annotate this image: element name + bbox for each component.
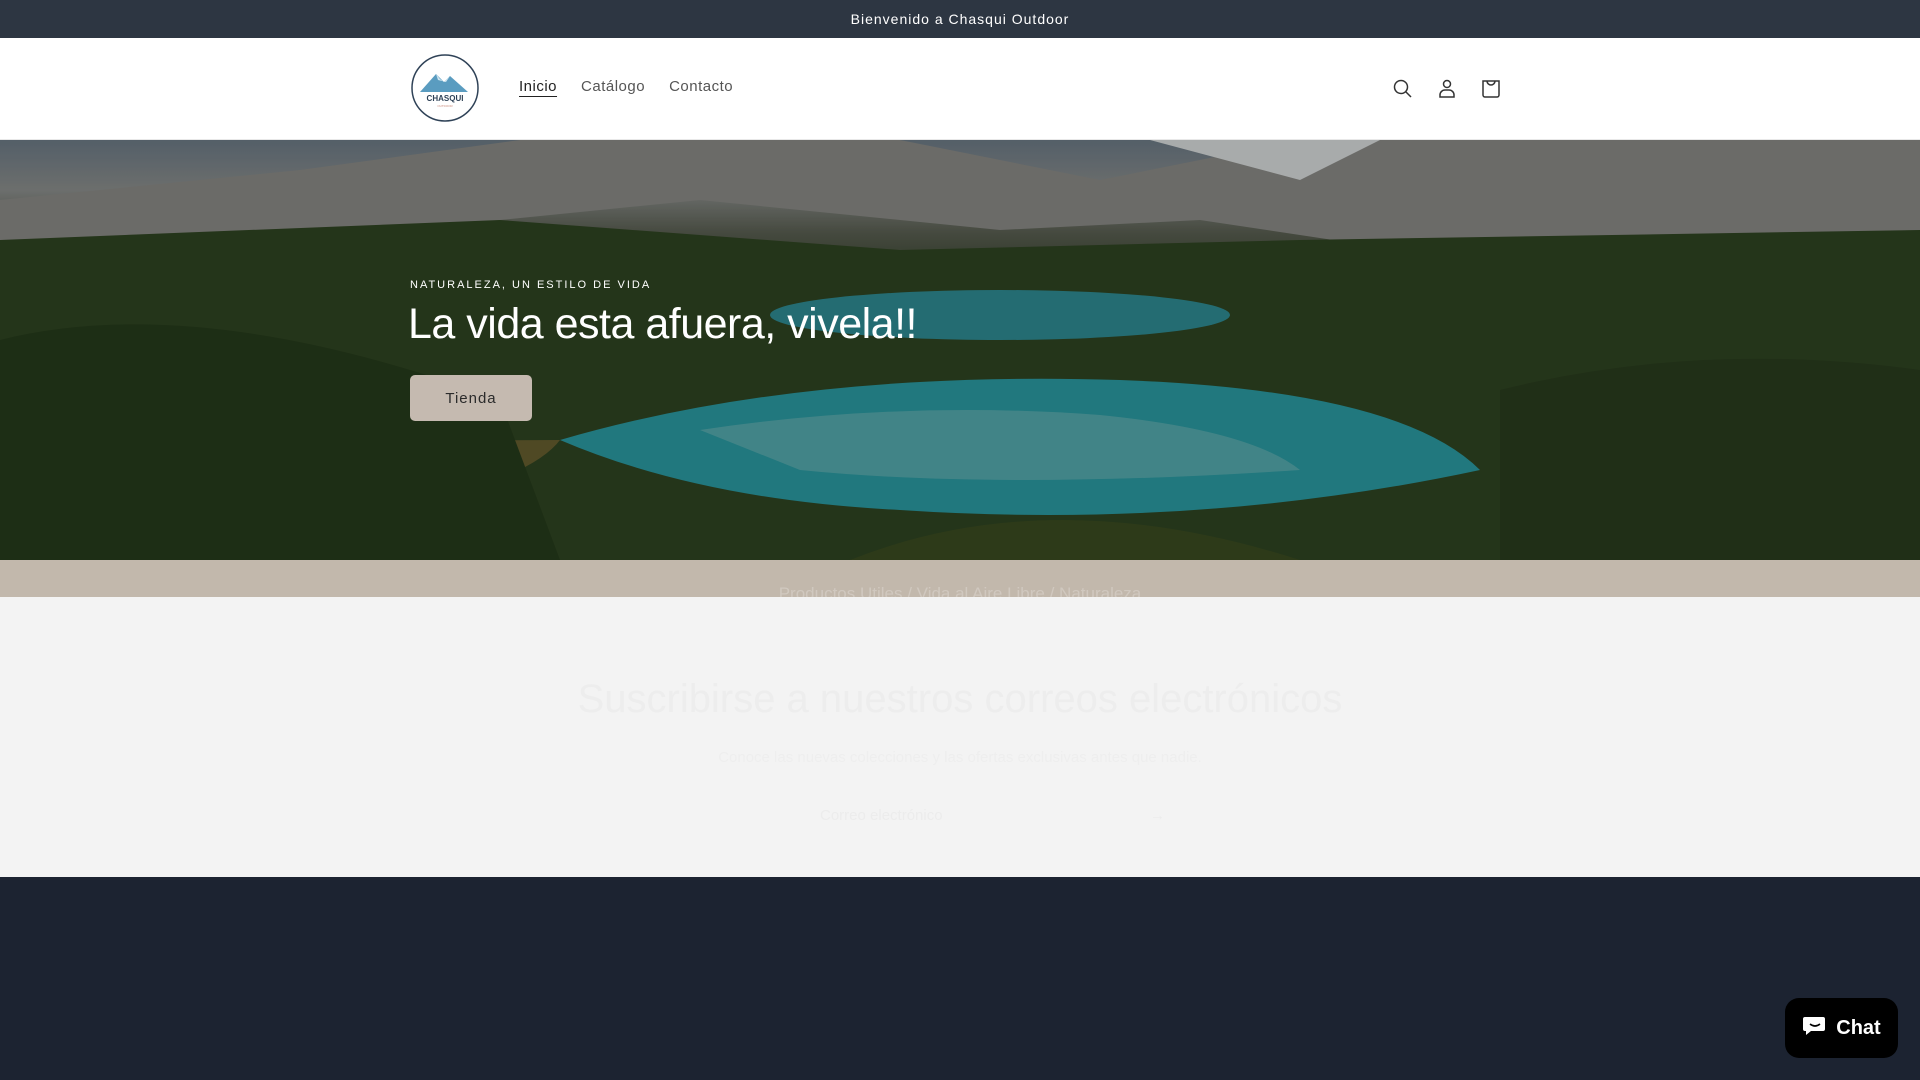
- newsletter-subtitle: Conoce las nuevas colecciones y las ofer…: [718, 749, 1202, 766]
- svg-text:CHASQUI: CHASQUI: [427, 94, 464, 103]
- chat-button[interactable]: Chat: [1785, 998, 1898, 1058]
- nav-catalogo[interactable]: Catálogo: [581, 78, 645, 95]
- announcement-text: Bienvenido a Chasqui Outdoor: [850, 11, 1070, 27]
- footer: [0, 877, 1920, 1080]
- newsletter-title: Suscribirse a nuestros correos electróni…: [577, 677, 1343, 721]
- email-placeholder: Correo electrónico: [820, 806, 943, 824]
- cart-icon[interactable]: [1478, 76, 1504, 102]
- chat-label: Chat: [1836, 1016, 1881, 1039]
- newsletter-section: Suscribirse a nuestros correos electróni…: [0, 597, 1920, 877]
- shop-button[interactable]: Tienda: [410, 375, 532, 421]
- main-nav: Inicio Catálogo Contacto: [519, 78, 733, 95]
- submit-arrow-icon[interactable]: →: [1150, 807, 1165, 824]
- announcement-bar: Bienvenido a Chasqui Outdoor: [0, 0, 1920, 38]
- chat-bubble-icon: [1802, 1012, 1828, 1044]
- nav-contacto[interactable]: Contacto: [669, 78, 733, 95]
- hero-kicker: NATURALEZA, UN ESTILO DE VIDA: [410, 279, 652, 291]
- search-icon[interactable]: [1390, 76, 1416, 102]
- logo[interactable]: CHASQUI OUTDOOR: [410, 52, 480, 124]
- hero-banner: [0, 140, 1920, 560]
- email-field[interactable]: Correo electrónico →: [580, 792, 1340, 838]
- nav-inicio[interactable]: Inicio: [519, 78, 557, 95]
- account-icon[interactable]: [1434, 76, 1460, 102]
- hero-title: La vida esta afuera, vivela!!: [408, 300, 917, 348]
- site-header: CHASQUI OUTDOOR Inicio Catálogo Contacto: [0, 38, 1920, 140]
- svg-text:OUTDOOR: OUTDOOR: [437, 104, 453, 108]
